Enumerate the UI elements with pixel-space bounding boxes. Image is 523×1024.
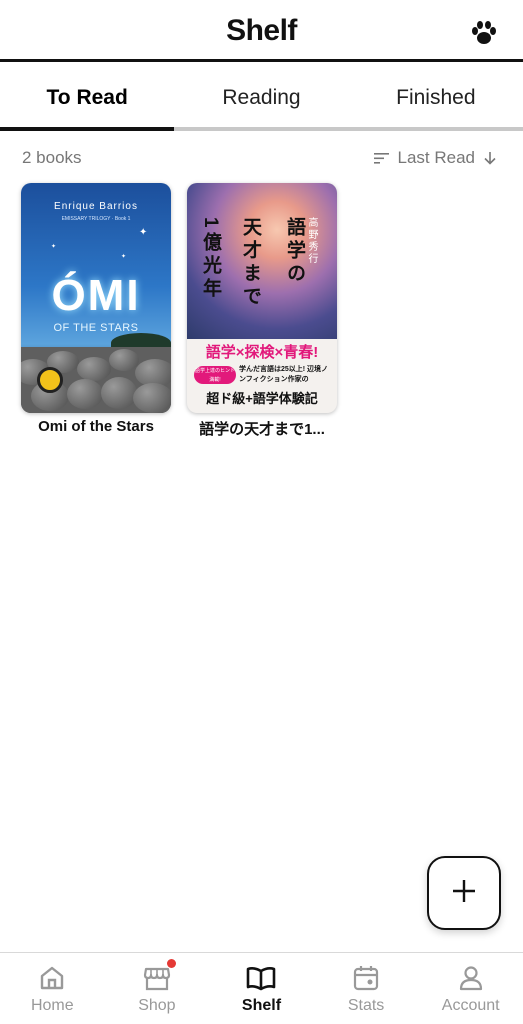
- book-count: 2 books: [22, 148, 82, 167]
- cover-author: 高野秀行: [306, 217, 317, 265]
- home-icon: [37, 963, 67, 993]
- cover-band-2: 超ド級+語学体験記: [206, 391, 318, 406]
- bottom-nav: Home Shop Shelf Stats Account: [0, 952, 523, 1024]
- star-icon: ✦: [139, 227, 148, 238]
- add-book-button[interactable]: [427, 856, 501, 930]
- nav-label: Stats: [347, 997, 385, 1014]
- nav-home[interactable]: Home: [0, 953, 105, 1024]
- book-card[interactable]: 語学の 天才まで 1億光年 高野秀行 語学×探検×青春! 語学上達のヒント満載!…: [187, 183, 337, 439]
- cover-pill: 語学上達のヒント満載!: [194, 366, 236, 384]
- cover-subtitle: OF THE STARS: [53, 322, 139, 334]
- cover-title-col1: 語学の: [284, 217, 305, 286]
- notification-badge: [166, 959, 176, 968]
- shop-icon: [142, 963, 172, 993]
- paw-icon[interactable]: [469, 18, 499, 48]
- book-title: Omi of the Stars: [38, 418, 154, 435]
- tab-finished[interactable]: Finished: [349, 65, 523, 131]
- nav-account[interactable]: Account: [418, 953, 523, 1024]
- book-title: 語学の天才まで1...: [199, 421, 325, 438]
- nav-label: Shop: [138, 997, 176, 1014]
- nav-stats[interactable]: Stats: [314, 953, 419, 1024]
- book-card[interactable]: Enrique Barrios EMISSARY TRILOGY · Book …: [21, 183, 171, 439]
- book-open-icon: [245, 963, 277, 993]
- shelf-toolbar: 2 books Last Read: [22, 146, 497, 170]
- sort-label: Last Read: [397, 148, 476, 167]
- star-icon: ✦: [51, 244, 57, 250]
- star-icon: ✦: [121, 254, 127, 260]
- cover-author: Enrique Barrios: [54, 201, 138, 212]
- plus-icon: [451, 878, 477, 909]
- user-icon: [456, 963, 486, 993]
- tab-reading[interactable]: Reading: [174, 65, 348, 131]
- nav-label: Home: [30, 997, 74, 1014]
- cover-series: EMISSARY TRILOGY · Book 1: [61, 216, 131, 222]
- sort-lines-icon: [373, 151, 390, 165]
- book-grid: Enrique Barrios EMISSARY TRILOGY · Book …: [21, 183, 337, 439]
- book-cover: 語学の 天才まで 1億光年 高野秀行 語学×探検×青春! 語学上達のヒント満載!…: [187, 183, 337, 413]
- cover-band-1: 語学×探検×青春!: [205, 344, 319, 361]
- cover-title-col2: 天才まで: [240, 217, 261, 309]
- cover-title-col3: 1億光年: [200, 217, 221, 301]
- nav-label: Account: [441, 997, 500, 1014]
- sort-button[interactable]: Last Read: [373, 148, 498, 168]
- award-seal: [37, 367, 63, 393]
- header: Shelf: [0, 0, 523, 62]
- nav-shelf[interactable]: Shelf: [209, 953, 314, 1024]
- arrow-down-icon: [483, 150, 497, 166]
- tab-indicator-track: [0, 127, 523, 131]
- shelf-tabs: To Read Reading Finished: [0, 65, 523, 131]
- page-title: Shelf: [226, 14, 297, 47]
- nav-shop[interactable]: Shop: [105, 953, 210, 1024]
- nav-label: Shelf: [241, 997, 282, 1014]
- calendar-icon: [351, 963, 381, 993]
- cover-small-text: 学んだ言語は25以上! 辺境ノンフィクション作家の: [239, 366, 329, 383]
- tab-indicator: [0, 127, 174, 131]
- tab-to-read[interactable]: To Read: [0, 65, 174, 131]
- book-cover: Enrique Barrios EMISSARY TRILOGY · Book …: [21, 183, 171, 413]
- cover-big-title: ÓMI: [51, 271, 141, 320]
